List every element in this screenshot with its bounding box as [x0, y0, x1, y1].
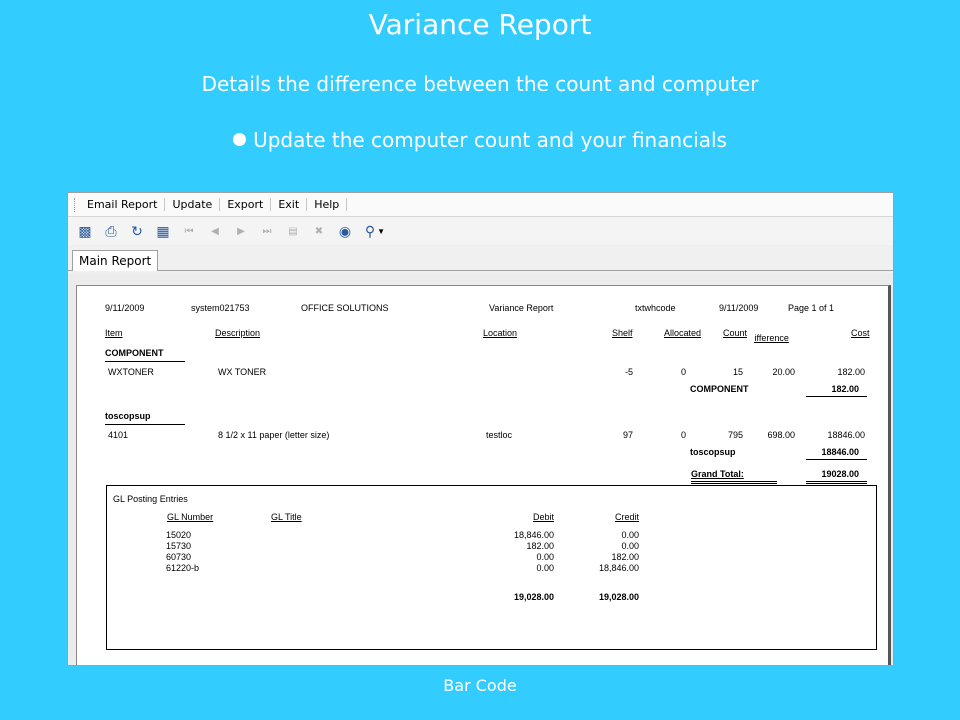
col-shelf: Shelf	[612, 328, 633, 338]
slide-bullet-text: Update the computer count and your finan…	[253, 128, 727, 152]
group-name-toscopsup: toscopsup	[105, 411, 151, 421]
grand-total-rule	[806, 481, 867, 484]
row-shelf: -5	[624, 367, 633, 377]
gl-row-credit: 18,846.00	[598, 563, 639, 573]
export-icon[interactable]: ▩	[74, 220, 96, 242]
slide-bullet: Update the computer count and your finan…	[0, 128, 960, 152]
last-page-icon[interactable]: ⏭	[256, 220, 278, 242]
row-difference: 698.00	[767, 430, 795, 440]
col-location: Location	[483, 328, 518, 338]
gl-row-number: 61220-b	[166, 563, 200, 573]
col-item: Item	[105, 328, 123, 338]
gl-row-debit: 18,846.00	[513, 530, 554, 540]
group-tree-icon[interactable]: ▦	[152, 220, 174, 242]
gl-row-number: 15020	[166, 530, 192, 540]
col-difference-clip: Difference	[754, 328, 804, 346]
toolbar: ▩ ⎙ ↻ ▦ ⏮ ◀ ▶ ⏭ ▤ ✖ ◉ ⚲ ▼	[68, 217, 893, 245]
row-allocated: 0	[680, 430, 686, 440]
subtotal-label: COMPONENT	[690, 384, 749, 394]
slide-footer: Bar Code	[443, 676, 517, 695]
gl-row-number: 15730	[166, 541, 192, 551]
gl-total-debit: 19,028.00	[513, 592, 554, 602]
col-description: Description	[215, 328, 261, 338]
group-underline	[105, 361, 185, 362]
row-description: 8 1/2 x 11 paper (letter size)	[218, 430, 330, 440]
menu-export[interactable]: Export	[220, 198, 272, 211]
menu-exit[interactable]: Exit	[271, 198, 308, 211]
row-difference: 20.00	[772, 367, 795, 377]
grand-total-label: Grand Total:	[691, 469, 744, 479]
group-name-component: COMPONENT	[105, 348, 164, 358]
row-shelf: 97	[622, 430, 633, 440]
gl-row-debit: 0.00	[536, 563, 554, 573]
menu-update[interactable]: Update	[165, 198, 221, 211]
subtotal-underline	[806, 396, 867, 397]
row-item: WXTONER	[108, 367, 154, 377]
gl-col-title: GL Title	[271, 512, 302, 522]
subtotal-value: 182.00	[831, 384, 859, 394]
gl-row-debit: 182.00	[526, 541, 554, 551]
grand-total-label-rule	[691, 481, 777, 484]
group-underline	[105, 424, 185, 425]
gl-col-number: GL Number	[167, 512, 214, 522]
find-icon[interactable]: ◉	[334, 220, 356, 242]
tab-main-report[interactable]: Main Report	[72, 250, 159, 271]
gl-row-debit: 0.00	[536, 552, 554, 562]
stop-icon[interactable]: ✖	[308, 220, 330, 242]
subtotal-value: 18846.00	[821, 447, 859, 457]
row-description: WX TONER	[218, 367, 267, 377]
print-icon[interactable]: ⎙	[100, 220, 122, 242]
subtotal-label: toscopsup	[690, 447, 736, 457]
report-system: system021753	[191, 303, 250, 313]
report-viewer-window: Email Report Update Export Exit Help ▩ ⎙…	[67, 192, 894, 666]
prev-page-icon[interactable]: ◀	[204, 220, 226, 242]
row-allocated: 0	[680, 367, 686, 377]
report-viewport: 9/11/2009 system021753 OFFICE SOLUTIONS …	[68, 273, 893, 665]
gl-total-credit: 19,028.00	[598, 592, 639, 602]
bullet-icon	[233, 133, 247, 146]
report-user: txtwhcode	[635, 303, 676, 313]
first-page-icon[interactable]: ⏮	[178, 220, 200, 242]
report-title: Variance Report	[489, 303, 554, 313]
grand-total-value: 19028.00	[821, 469, 859, 479]
subtotal-underline	[806, 459, 867, 460]
col-allocated: Allocated	[664, 328, 702, 338]
report-company: OFFICE SOLUTIONS	[301, 303, 389, 313]
row-count: 795	[727, 430, 743, 440]
report-page: 9/11/2009 system021753 OFFICE SOLUTIONS …	[76, 285, 891, 665]
col-count: Count	[723, 328, 748, 338]
gl-row-credit: 182.00	[611, 552, 639, 562]
report-page-number: Page 1 of 1	[788, 303, 835, 313]
gl-col-credit: Credit	[614, 512, 639, 522]
menu-grip	[74, 197, 76, 212]
gl-row-credit: 0.00	[621, 541, 639, 551]
gl-posting-box: GL Posting Entries GL Number GL Title De…	[106, 485, 877, 650]
row-cost: 18846.00	[827, 430, 865, 440]
slide-title: Variance Report	[368, 8, 592, 41]
goto-page-icon[interactable]: ▤	[282, 220, 304, 242]
gl-title: GL Posting Entries	[113, 494, 188, 504]
slide-subtitle: Details the difference between the count…	[201, 72, 759, 96]
menu-help[interactable]: Help	[307, 198, 348, 211]
gl-col-debit: Debit	[532, 512, 554, 522]
tab-strip: Main Report	[68, 245, 893, 271]
row-count: 15	[732, 367, 743, 377]
row-item: 4101	[108, 430, 129, 440]
report-date: 9/11/2009	[105, 303, 145, 313]
menu-bar: Email Report Update Export Exit Help	[68, 193, 893, 217]
zoom-icon[interactable]: ⚲ ▼	[360, 220, 390, 242]
gl-row-number: 60730	[166, 552, 192, 562]
menu-email-report[interactable]: Email Report	[80, 198, 166, 211]
col-difference: Difference	[754, 333, 789, 343]
col-cost: Cost	[851, 328, 870, 338]
gl-row-credit: 0.00	[621, 530, 639, 540]
refresh-icon[interactable]: ↻	[126, 220, 148, 242]
row-cost: 182.00	[837, 367, 865, 377]
next-page-icon[interactable]: ▶	[230, 220, 252, 242]
report-date-2: 9/11/2009	[719, 303, 759, 313]
row-location: testloc	[486, 430, 513, 440]
